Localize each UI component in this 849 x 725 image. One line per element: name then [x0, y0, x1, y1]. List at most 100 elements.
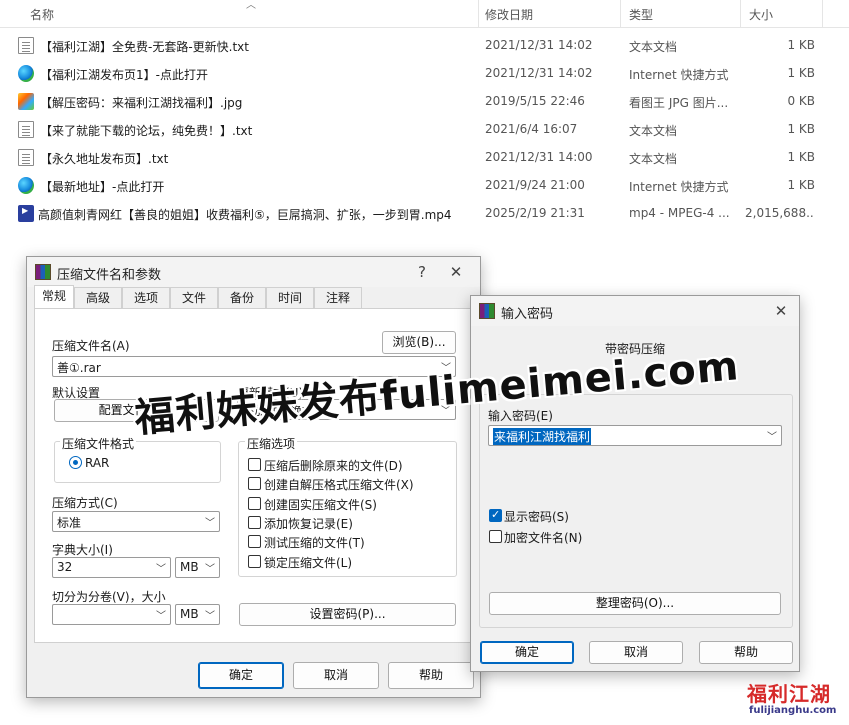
dictionary-unit-value: MB [180, 560, 199, 574]
archive-name-value: 善①.rar [57, 361, 101, 375]
tab-advanced[interactable]: 高级 [74, 287, 122, 309]
internet-shortcut-icon [18, 177, 34, 194]
password-combo[interactable]: 来福利江湖找福利 ﹀ [488, 425, 782, 446]
archive-name-label: 压缩文件名(A) [52, 339, 130, 353]
help-button[interactable]: 帮助 [699, 641, 793, 664]
dictionary-size-label: 字典大小(I) [52, 543, 113, 557]
ok-button[interactable]: 确定 [198, 662, 284, 689]
encrypt-filenames-checkbox[interactable] [489, 530, 502, 543]
rar-format-radio[interactable] [69, 456, 82, 469]
archive-parameters-dialog: 压缩文件名和参数 ? ✕ 常规 高级 选项 文件 备份 时间 注释 压缩文件名(… [26, 256, 481, 698]
file-row[interactable]: 【最新地址】-点此打开 2021/9/24 21:00 Internet 快捷方… [0, 172, 849, 200]
ok-button[interactable]: 确定 [480, 641, 574, 664]
cancel-button[interactable]: 取消 [589, 641, 683, 664]
help-button[interactable]: 帮助 [388, 662, 474, 689]
recovery-record-label: 添加恢复记录(E) [264, 517, 353, 531]
text-file-icon [18, 37, 34, 54]
archive-format-label: 压缩文件格式 [60, 435, 137, 452]
file-name: 【解压密码：来福利江湖找福利】.jpg [40, 96, 243, 110]
file-date: 2021/9/24 21:00 [485, 178, 585, 192]
file-size: 1 KB [787, 122, 815, 136]
file-date: 2021/12/31 14:02 [485, 66, 593, 80]
cancel-button[interactable]: 取消 [293, 662, 379, 689]
column-divider[interactable] [740, 0, 741, 28]
close-icon[interactable]: ✕ [444, 260, 468, 284]
file-row[interactable]: 【福利江湖发布页1】-点此打开 2021/12/31 14:02 Interne… [0, 60, 849, 88]
file-row[interactable]: 【解压密码：来福利江湖找福利】.jpg 2019/5/15 22:46 看图王 … [0, 88, 849, 116]
column-date[interactable]: 修改日期 [485, 6, 533, 23]
column-divider[interactable] [620, 0, 621, 28]
test-files-checkbox[interactable] [248, 535, 261, 548]
password-dialog-title: 输入密码 [501, 307, 554, 322]
chevron-down-icon[interactable]: ﹀ [205, 514, 215, 529]
tab-time[interactable]: 时间 [266, 287, 314, 309]
set-password-button[interactable]: 设置密码(P)... [239, 603, 456, 626]
help-icon[interactable]: ? [410, 260, 434, 284]
winrar-icon [35, 264, 51, 280]
archive-options-label: 压缩选项 [245, 435, 298, 452]
chevron-down-icon[interactable]: ﹀ [156, 560, 166, 575]
file-type: 文本文档 [629, 40, 678, 54]
chevron-down-icon[interactable]: ﹀ [767, 428, 777, 443]
file-name: 高颜值刺青网红【善良的姐姐】收费福利⑤，巨屌搞洞、扩张，一步到胃.mp4 [38, 208, 452, 222]
site-logo: 福利江湖 fulijianghu.com [745, 678, 845, 722]
text-file-icon [18, 121, 34, 138]
compression-method-combo[interactable]: 标准 ﹀ [52, 511, 220, 532]
jpg-image-icon [18, 93, 34, 110]
file-name: 【最新地址】-点此打开 [40, 180, 165, 194]
recovery-record-checkbox[interactable] [248, 516, 261, 529]
chevron-down-icon[interactable]: ﹀ [156, 607, 166, 622]
file-size: 1 KB [787, 178, 815, 192]
chevron-down-icon[interactable]: ﹀ [205, 560, 215, 575]
column-divider[interactable] [822, 0, 823, 28]
lock-archive-checkbox[interactable] [248, 555, 261, 568]
file-type: Internet 快捷方式 [629, 180, 729, 194]
column-divider[interactable] [478, 0, 479, 28]
column-type[interactable]: 类型 [629, 6, 653, 23]
dictionary-size-combo[interactable]: 32 ﹀ [52, 557, 171, 578]
file-name: 【永久地址发布页】.txt [40, 152, 169, 166]
file-type: Internet 快捷方式 [629, 68, 729, 82]
archive-dialog-titlebar[interactable]: 压缩文件名和参数 ? ✕ [27, 257, 480, 287]
internet-shortcut-icon [18, 65, 34, 82]
browse-button[interactable]: 浏览(B)... [382, 331, 456, 354]
file-size: 1 KB [787, 150, 815, 164]
delete-after-checkbox[interactable] [248, 458, 261, 471]
column-size[interactable]: 大小 [749, 6, 773, 23]
create-solid-checkbox[interactable] [248, 497, 261, 510]
file-row[interactable]: 【福利江湖】全免费-无套路-更新快.txt 2021/12/31 14:02 文… [0, 32, 849, 60]
dictionary-unit-combo[interactable]: MB ﹀ [175, 557, 220, 578]
tab-comment[interactable]: 注释 [314, 287, 362, 309]
archive-dialog-title: 压缩文件名和参数 [57, 268, 162, 283]
file-size: 2,015,688... [745, 206, 815, 220]
tab-backup[interactable]: 备份 [218, 287, 266, 309]
file-type: 文本文档 [629, 124, 678, 138]
chevron-down-icon[interactable]: ﹀ [205, 607, 215, 622]
file-list-header: ︿ 名称 修改日期 类型 大小 [0, 0, 849, 28]
file-name: 【福利江湖发布页1】-点此打开 [40, 68, 208, 82]
file-date: 2025/2/19 21:31 [485, 206, 585, 220]
winrar-icon [479, 303, 495, 319]
tab-general[interactable]: 常规 [34, 285, 74, 310]
password-dialog-titlebar[interactable]: 输入密码 ✕ [471, 296, 799, 326]
delete-after-label: 压缩后删除原来的文件(D) [264, 459, 403, 473]
file-name: 【福利江湖】全免费-无套路-更新快.txt [40, 40, 249, 54]
file-row[interactable]: 【永久地址发布页】.txt 2021/12/31 14:00 文本文档 1 KB [0, 144, 849, 172]
show-password-checkbox[interactable] [489, 508, 502, 522]
organize-passwords-button[interactable]: 整理密码(O)... [489, 592, 781, 615]
file-row[interactable]: 高颜值刺青网红【善良的姐姐】收费福利⑤，巨屌搞洞、扩张，一步到胃.mp4 202… [0, 200, 849, 228]
tab-files[interactable]: 文件 [170, 287, 218, 309]
file-size: 1 KB [787, 38, 815, 52]
close-icon[interactable]: ✕ [769, 299, 793, 323]
file-date: 2021/6/4 16:07 [485, 122, 578, 136]
split-size-combo[interactable]: ﹀ [52, 604, 171, 625]
create-sfx-checkbox[interactable] [248, 477, 261, 490]
mp4-video-icon [18, 205, 34, 222]
tab-options[interactable]: 选项 [122, 287, 170, 309]
file-name: 【来了就能下载的论坛，纯免费！】.txt [40, 124, 253, 138]
column-name[interactable]: 名称 [30, 6, 54, 23]
file-row[interactable]: 【来了就能下载的论坛，纯免费！】.txt 2021/6/4 16:07 文本文档… [0, 116, 849, 144]
split-unit-combo[interactable]: MB ﹀ [175, 604, 220, 625]
dictionary-size-value: 32 [57, 560, 73, 574]
file-type: mp4 - MPEG-4 ... [629, 206, 730, 220]
